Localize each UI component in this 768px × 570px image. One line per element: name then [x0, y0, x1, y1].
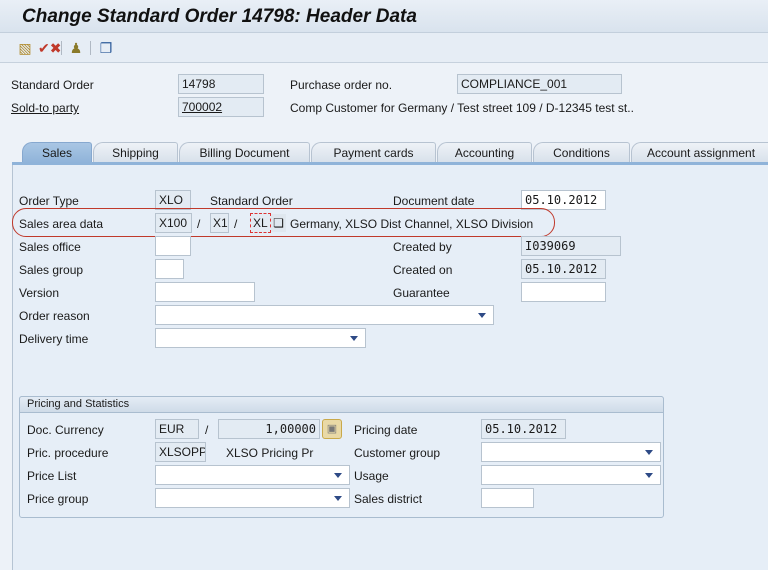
partner-person-icon[interactable]: ♟ — [67, 40, 85, 56]
document-overview-icon[interactable]: ❐ — [97, 40, 115, 56]
tab-conditions[interactable]: Conditions — [533, 142, 630, 163]
version-field[interactable] — [155, 282, 255, 302]
window-title: Change Standard Order 14798: Header Data — [22, 6, 417, 27]
price-list-dropdown[interactable] — [155, 465, 350, 485]
sales-office-field[interactable] — [155, 236, 191, 256]
separator-slash: / — [234, 217, 238, 231]
standard-order-label: Standard Order — [11, 78, 94, 92]
created-on-field: 05.10.2012 — [521, 259, 606, 279]
copy-icon[interactable]: ❏ — [271, 214, 286, 232]
pricing-procedure-label: Pric. procedure — [27, 446, 109, 460]
tab-shipping[interactable]: Shipping — [93, 142, 178, 163]
tab-account-assignment[interactable]: Account assignment — [631, 142, 768, 163]
sales-group-label: Sales group — [19, 263, 84, 277]
toolbar — [0, 33, 768, 63]
pricing-procedure-field: XLSOPP — [155, 442, 206, 462]
order-type-field[interactable]: XLO — [155, 190, 191, 210]
usage-dropdown[interactable] — [481, 465, 661, 485]
price-list-label: Price List — [27, 469, 77, 483]
sales-office-label: Sales office — [19, 240, 81, 254]
sales-org-field[interactable]: X100 — [155, 213, 192, 233]
customer-group-dropdown[interactable] — [481, 442, 661, 462]
created-on-label: Created on — [393, 263, 453, 277]
exchange-rate-icon[interactable]: ▣ — [322, 419, 342, 439]
version-label: Version — [19, 286, 60, 300]
currency-field[interactable]: EUR — [155, 419, 199, 439]
document-date-field[interactable]: 05.10.2012 — [521, 190, 606, 210]
doc-currency-label: Doc. Currency — [27, 423, 104, 437]
sales-area-description: Germany, XLSO Dist Channel, XLSO Divisio… — [290, 217, 534, 231]
usage-label: Usage — [354, 469, 389, 483]
toolbar-separator — [61, 41, 62, 55]
check-cancel-icon[interactable]: ✔✖ — [38, 40, 61, 56]
created-by-field: I039069 — [521, 236, 621, 256]
separator-slash: / — [205, 423, 209, 437]
document-date-label: Document date — [393, 194, 475, 208]
guarantee-label: Guarantee — [393, 286, 450, 300]
sold-to-party-link[interactable]: Sold-to party — [11, 101, 79, 115]
sales-district-field[interactable] — [481, 488, 534, 508]
exchange-rate-field[interactable]: 1,00000 — [218, 419, 320, 439]
po-label: Purchase order no. — [290, 78, 393, 92]
sales-area-label: Sales area data — [19, 217, 104, 231]
sold-to-description: Comp Customer for Germany / Test street … — [290, 101, 634, 115]
sales-district-label: Sales district — [354, 492, 423, 506]
sold-to-party-field[interactable]: 700002 — [178, 97, 264, 117]
order-type-label: Order Type — [19, 194, 79, 208]
guarantee-field[interactable] — [521, 282, 606, 302]
tab-payment-cards[interactable]: Payment cards — [311, 142, 436, 163]
toolbar-separator — [90, 41, 91, 55]
po-number-field[interactable]: COMPLIANCE_001 — [457, 74, 622, 94]
pricing-date-field[interactable]: 05.10.2012 — [481, 419, 566, 439]
order-type-description: Standard Order — [210, 194, 293, 208]
pricing-group-title: Pricing and Statistics — [19, 396, 664, 413]
delivery-time-dropdown[interactable] — [155, 328, 366, 348]
pricing-procedure-description: XLSO Pricing Pr — [226, 446, 314, 460]
order-reason-label: Order reason — [19, 309, 90, 323]
division-field[interactable]: XL — [250, 213, 271, 233]
standard-order-field[interactable]: 14798 — [178, 74, 264, 94]
tab-billing-document[interactable]: Billing Document — [179, 142, 310, 163]
customer-group-label: Customer group — [354, 446, 441, 460]
price-group-dropdown[interactable] — [155, 488, 350, 508]
delivery-time-label: Delivery time — [19, 332, 89, 346]
created-by-label: Created by — [393, 240, 452, 254]
price-group-label: Price group — [27, 492, 89, 506]
order-reason-dropdown[interactable] — [155, 305, 494, 325]
tab-sales[interactable]: Sales — [22, 142, 92, 163]
tab-accounting[interactable]: Accounting — [437, 142, 532, 163]
distribution-channel-field[interactable]: X1 — [210, 213, 229, 233]
pricing-date-label: Pricing date — [354, 423, 418, 437]
display-document-flow-icon[interactable]: ▧ — [16, 40, 34, 56]
sales-group-field[interactable] — [155, 259, 184, 279]
separator-slash: / — [197, 217, 201, 231]
